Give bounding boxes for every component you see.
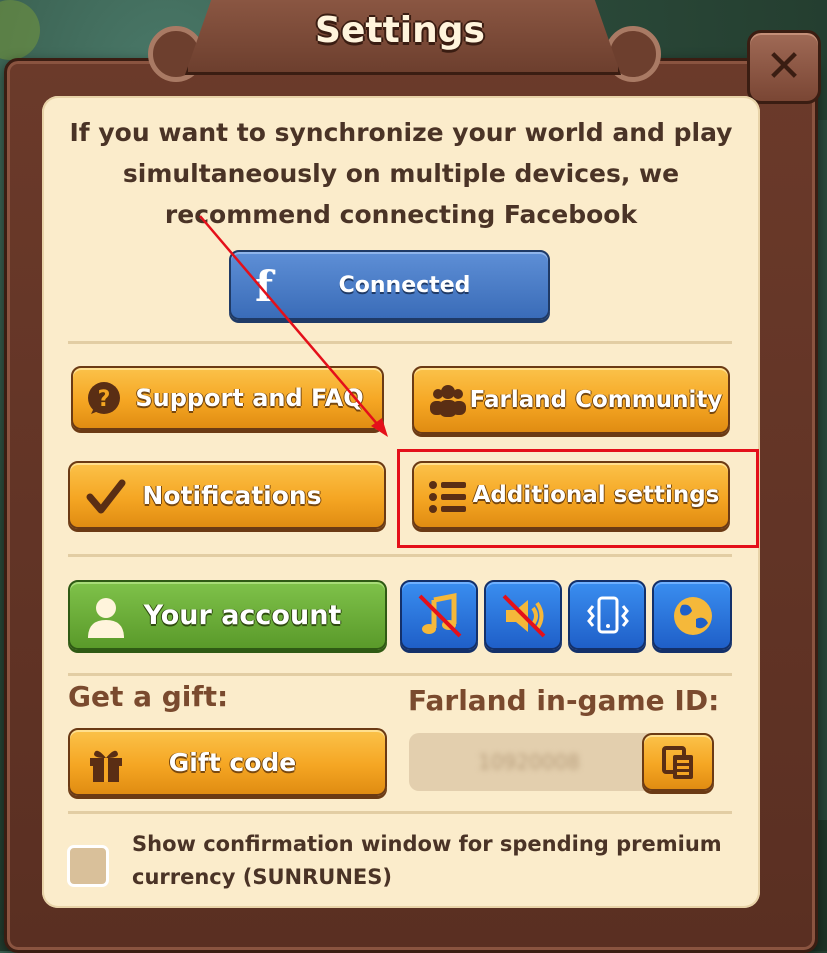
globe-icon — [670, 593, 716, 639]
support-faq-label: Support and FAQ — [135, 384, 364, 412]
facebook-icon: f — [254, 261, 274, 311]
your-account-button[interactable]: Your account — [68, 580, 387, 650]
close-icon: ✕ — [765, 41, 803, 92]
farland-community-label: Farland Community — [469, 387, 723, 413]
annotation-highlight-box — [397, 449, 759, 548]
music-note-icon — [416, 592, 464, 640]
sound-toggle-button[interactable] — [484, 580, 562, 650]
background-foliage — [0, 0, 40, 60]
facebook-sync-message: If you want to synchronize your world an… — [69, 118, 733, 229]
speaker-icon — [500, 592, 548, 640]
farland-community-button[interactable]: Farland Community — [412, 366, 730, 434]
in-game-id-label: Farland in-game ID: — [408, 684, 720, 717]
language-button[interactable] — [652, 580, 732, 650]
question-bubble-icon: ? — [85, 380, 123, 418]
confirm-premium-checkbox[interactable] — [67, 845, 109, 887]
copy-id-button[interactable] — [642, 733, 714, 791]
checkmark-icon — [86, 477, 126, 517]
close-button[interactable]: ✕ — [747, 30, 821, 104]
your-account-label: Your account — [143, 599, 342, 631]
svg-text:?: ? — [98, 387, 111, 412]
vibration-toggle-button[interactable] — [568, 580, 646, 650]
divider — [68, 811, 732, 814]
gift-icon — [86, 744, 126, 784]
in-game-id-field: 10920008 — [409, 733, 649, 791]
vibration-icon — [584, 592, 632, 640]
gift-code-label: Gift code — [168, 747, 297, 777]
gift-code-button[interactable]: Gift code — [68, 728, 387, 796]
divider — [68, 341, 732, 344]
confirm-premium-label: Show confirmation window for spending pr… — [132, 832, 722, 889]
support-faq-button[interactable]: ? Support and FAQ — [71, 366, 384, 430]
notifications-label: Notifications — [142, 480, 322, 510]
dialog-title: Settings — [315, 10, 485, 51]
facebook-connect-label: Connected — [338, 272, 471, 298]
get-gift-label: Get a gift: — [68, 680, 229, 713]
in-game-id-value: 10920008 — [478, 750, 580, 774]
music-toggle-button[interactable] — [400, 580, 478, 650]
notifications-button[interactable]: Notifications — [68, 461, 386, 529]
people-icon — [428, 382, 468, 420]
facebook-connect-button[interactable]: f Connected — [229, 250, 550, 320]
divider — [68, 673, 732, 676]
divider — [68, 554, 732, 557]
user-icon — [86, 596, 126, 638]
copy-icon — [660, 744, 698, 782]
